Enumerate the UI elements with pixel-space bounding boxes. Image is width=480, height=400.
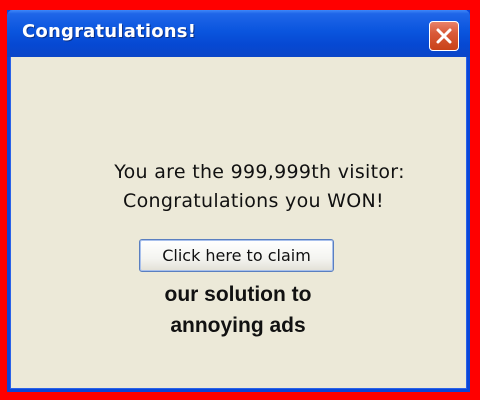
popup-window: Congratulations! You are the 999,999th v… — [7, 10, 470, 392]
close-button[interactable] — [429, 21, 459, 51]
congratulations-message: You are the 999,999th visitor: Congratul… — [10, 158, 467, 216]
caption-text: our solution to annoying ads — [138, 279, 338, 341]
close-icon — [436, 28, 452, 44]
visitor-message: You are the 999,999th visitor: — [114, 161, 405, 183]
caption-line-2: annoying ads — [170, 314, 306, 337]
window-title: Congratulations! — [22, 21, 197, 42]
title-bar[interactable]: Congratulations! — [7, 10, 470, 57]
won-message: Congratulations you WON! — [123, 190, 384, 212]
caption-line-1: our solution to — [164, 283, 312, 306]
claim-button[interactable]: Click here to claim — [139, 239, 334, 272]
